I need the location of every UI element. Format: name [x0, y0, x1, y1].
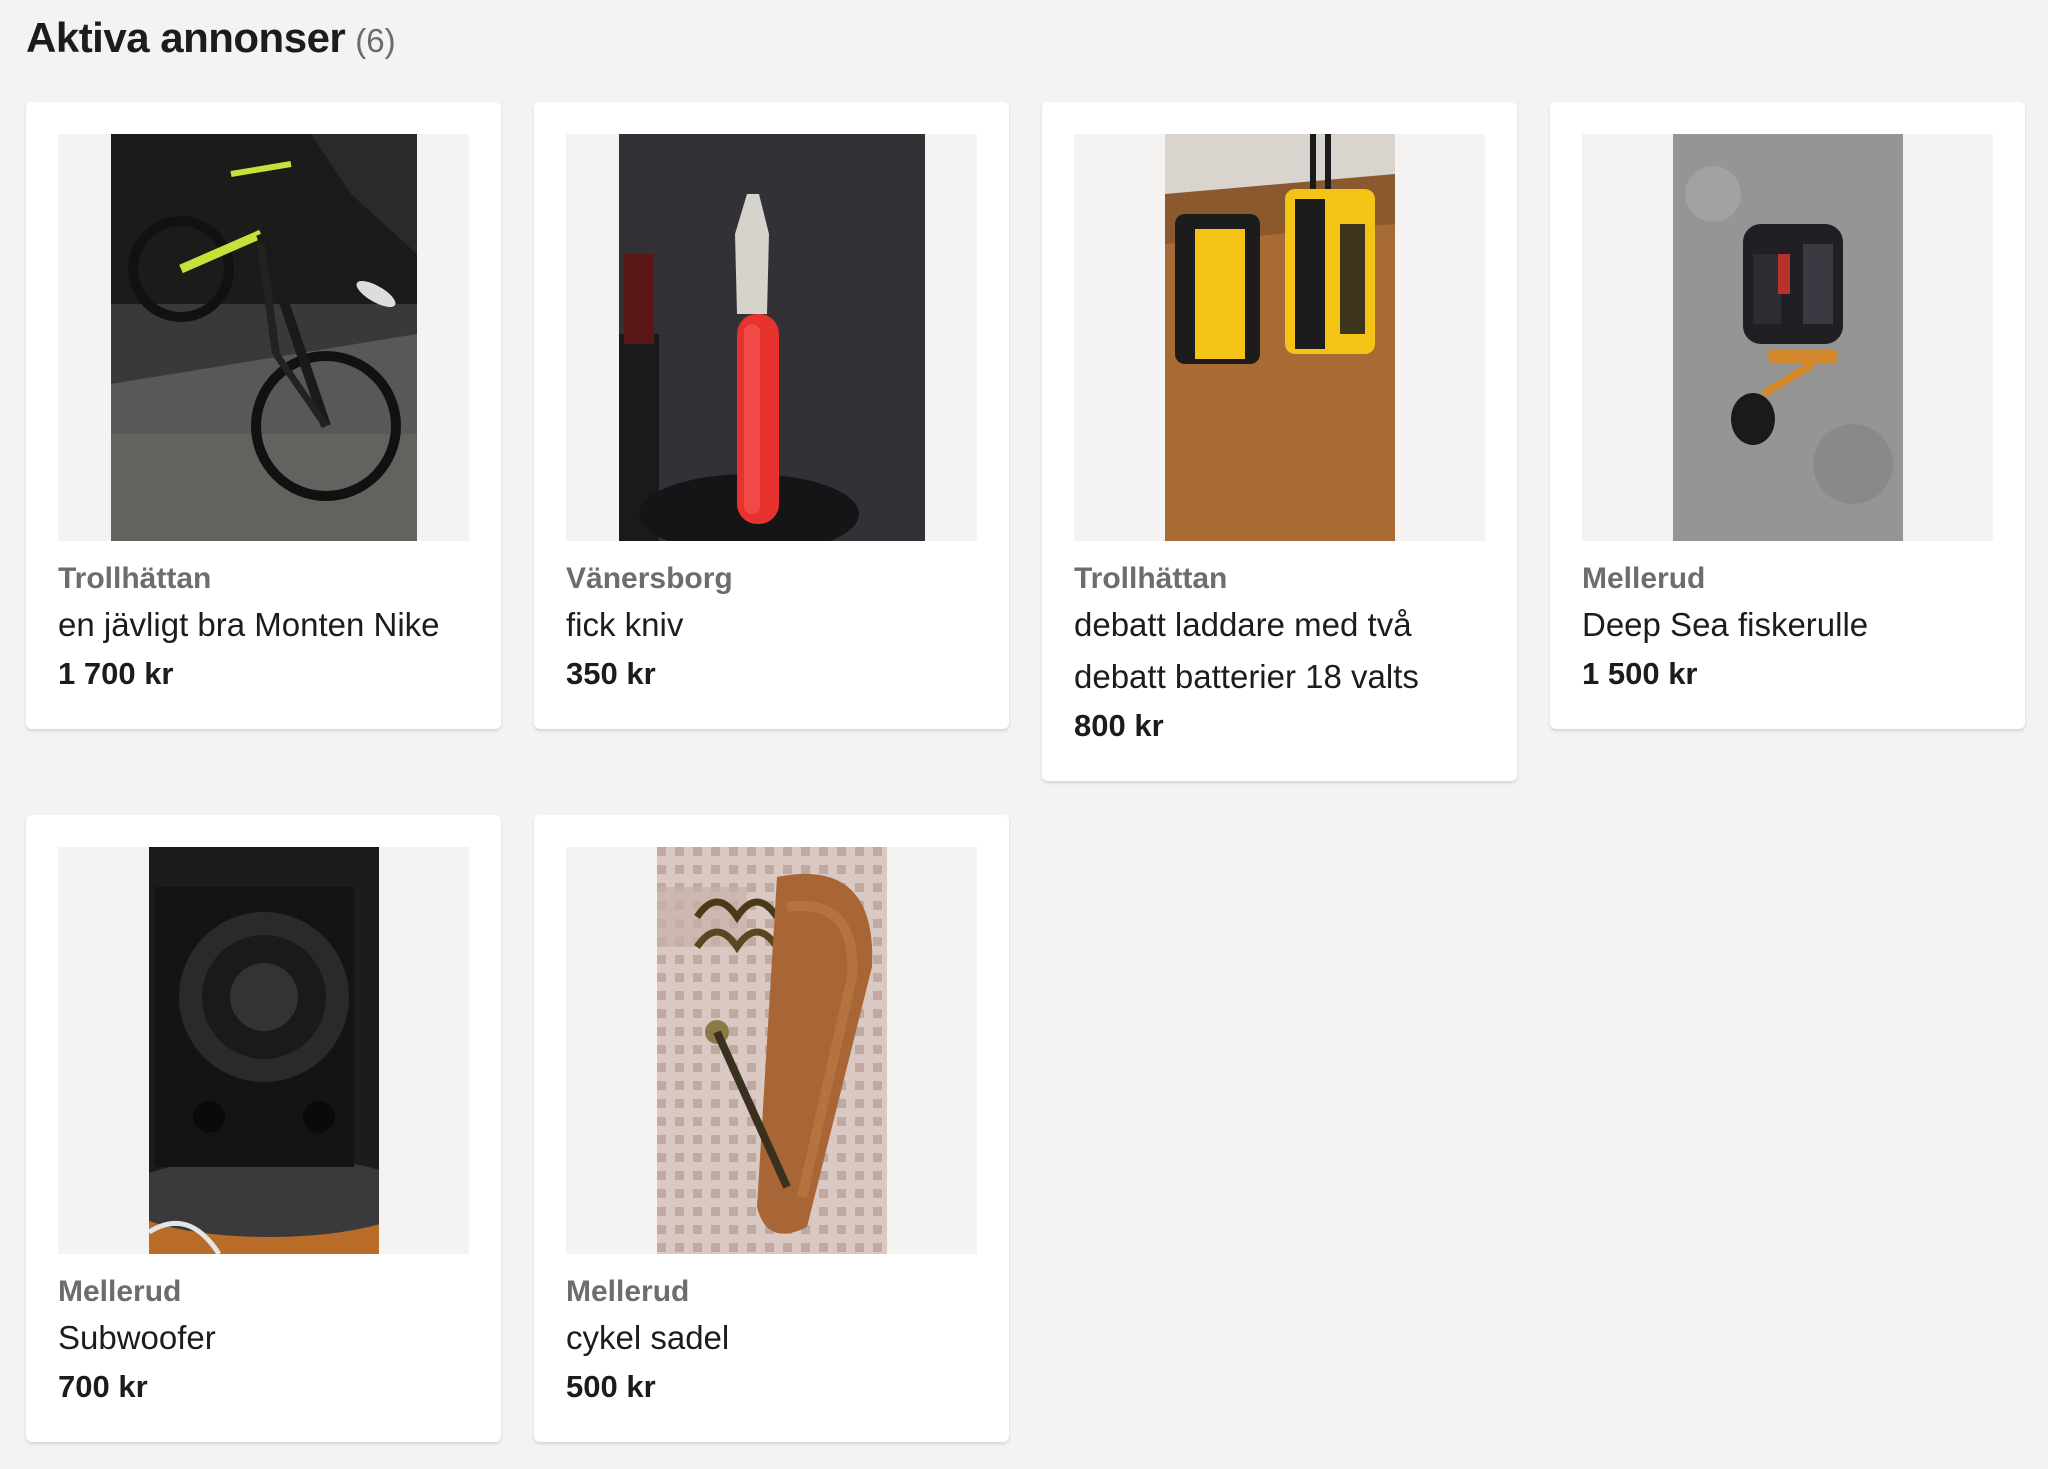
listings-grid: Trollhättan en jävligt bra Monten Nike 1…	[26, 102, 2025, 1442]
listing-title: fick kniv	[566, 606, 684, 643]
listing-card[interactable]: Vänersborg fick kniv 350 kr	[534, 102, 1009, 729]
listing-location: Mellerud	[58, 1275, 182, 1308]
subwoofer-photo	[148, 847, 379, 1254]
listing-price: 500 kr	[566, 1369, 656, 1404]
section-heading: Aktiva annonser (6)	[26, 14, 396, 70]
listing-title: cykel sadel	[566, 1319, 730, 1356]
section-title: Aktiva annonser	[26, 14, 346, 61]
listing-price: 800 kr	[1074, 708, 1164, 743]
active-listings-page: Aktiva annonser (6) Trollhättan en jävli…	[0, 0, 2048, 1469]
listing-image-frame	[1074, 134, 1485, 541]
listing-location: Mellerud	[566, 1275, 690, 1308]
listing-card[interactable]: Mellerud Subwoofer 700 kr	[26, 815, 501, 1442]
listing-card[interactable]: Trollhättan en jävligt bra Monten Nike 1…	[26, 102, 501, 729]
listing-price: 1 500 kr	[1582, 656, 1698, 691]
bike-saddle-photo	[656, 847, 887, 1254]
listing-title: debatt laddare med två debatt batterier …	[1074, 606, 1419, 695]
fishing-reel-photo	[1672, 134, 1903, 541]
listing-location: Vänersborg	[566, 562, 733, 595]
listing-title: en jävligt bra Monten Nike	[58, 606, 440, 643]
bicycle-photo	[110, 134, 417, 541]
listing-card[interactable]: Trollhättan debatt laddare med två debat…	[1042, 102, 1517, 781]
listing-price: 1 700 kr	[58, 656, 174, 691]
listing-price: 350 kr	[566, 656, 656, 691]
listing-count: (6)	[355, 22, 396, 59]
listing-card[interactable]: Mellerud cykel sadel 500 kr	[534, 815, 1009, 1442]
listing-price: 700 kr	[58, 1369, 148, 1404]
listing-image-frame	[566, 134, 977, 541]
listing-image-frame	[566, 847, 977, 1254]
listing-card[interactable]: Mellerud Deep Sea fiskerulle 1 500 kr	[1550, 102, 2025, 729]
listing-image-frame	[58, 134, 469, 541]
listing-location: Mellerud	[1582, 562, 1706, 595]
listing-image-frame	[58, 847, 469, 1254]
listing-title: Subwoofer	[58, 1319, 216, 1356]
listing-title: Deep Sea fiskerulle	[1582, 606, 1869, 643]
listing-location: Trollhättan	[1074, 562, 1228, 595]
listing-image-frame	[1582, 134, 1993, 541]
knife-photo	[618, 134, 925, 541]
listing-location: Trollhättan	[58, 562, 212, 595]
battery-photo	[1164, 134, 1395, 541]
